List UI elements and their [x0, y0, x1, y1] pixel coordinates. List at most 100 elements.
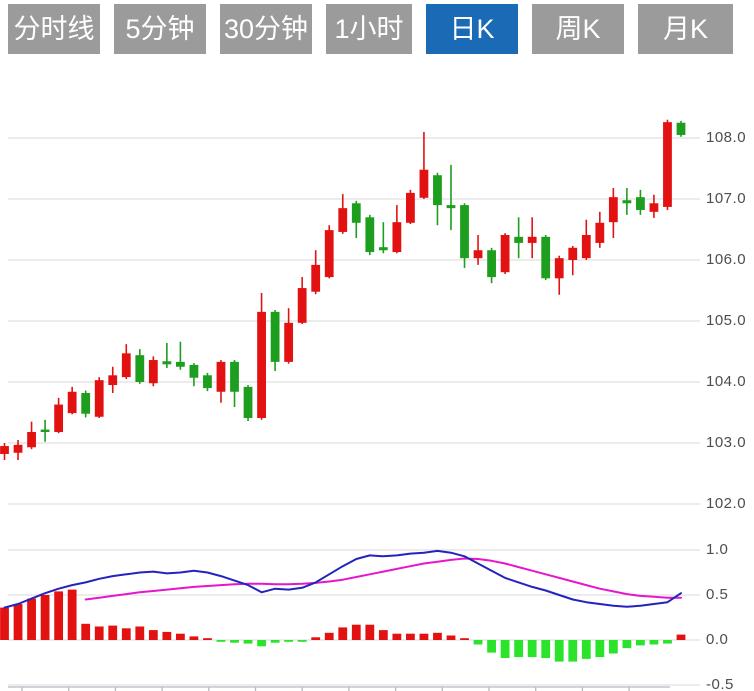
tab-weekly-k[interactable]: 周K: [532, 4, 624, 54]
price-tick-label: 105.0: [706, 312, 750, 330]
candle-body: [541, 237, 550, 278]
macd-bar: [257, 640, 266, 646]
candle-body: [162, 361, 171, 364]
candle-body: [14, 445, 23, 453]
tab-5min[interactable]: 5分钟: [114, 4, 206, 54]
candle-body: [420, 170, 429, 198]
macd-bar: [41, 595, 50, 640]
candle-body: [325, 230, 334, 277]
macd-bar: [528, 640, 537, 657]
macd-bar: [392, 634, 401, 640]
chart-area[interactable]: 108.0107.0106.0105.0104.0103.0102.01.00.…: [0, 0, 754, 691]
indicator-tick-label: -0.5: [706, 676, 750, 691]
candle-body: [190, 365, 199, 378]
macd-bar: [271, 640, 280, 643]
macd-bar: [122, 628, 131, 640]
candle-body: [54, 405, 63, 432]
price-tick-label: 108.0: [706, 129, 750, 147]
price-tick-label: 103.0: [706, 434, 750, 452]
candle-body: [0, 446, 9, 454]
candle-body: [271, 312, 280, 362]
macd-bar: [420, 634, 429, 640]
macd-bar: [555, 640, 564, 662]
candle-body: [338, 208, 347, 232]
macd-bar: [325, 633, 334, 640]
candle-body: [108, 375, 117, 385]
candle-body: [474, 250, 483, 258]
macd-bar: [284, 640, 293, 642]
x-axis: [8, 687, 670, 691]
candle-body: [514, 237, 523, 243]
candlestick-macd-chart[interactable]: [0, 0, 754, 691]
macd-bar: [622, 640, 631, 648]
macd-bar: [135, 627, 144, 641]
macd-bar: [311, 637, 320, 640]
price-tick-label: 106.0: [706, 251, 750, 269]
macd-bar: [176, 634, 185, 640]
macd-bar: [68, 590, 77, 640]
candles-group: [0, 120, 685, 460]
candle-body: [433, 175, 442, 205]
candle-body: [609, 197, 618, 222]
candle-body: [298, 288, 307, 323]
macd-bar: [162, 632, 171, 640]
macd-bar: [514, 640, 523, 657]
candle-body: [81, 393, 90, 414]
macd-bar: [433, 633, 442, 640]
candle-body: [487, 250, 496, 277]
tab-monthly-k[interactable]: 月K: [638, 4, 733, 54]
candle-body: [555, 258, 564, 278]
macd-bar: [149, 630, 158, 640]
candle-body: [595, 223, 604, 243]
indicator-tick-label: 1.0: [706, 541, 750, 559]
candle-body: [582, 235, 591, 258]
candle-body: [41, 430, 50, 432]
macd-bar: [406, 634, 415, 640]
candle-body: [365, 217, 374, 252]
tab-minute-line[interactable]: 分时线: [8, 4, 100, 54]
macd-bar: [108, 626, 117, 640]
candle-body: [68, 392, 77, 413]
macd-bar: [365, 625, 374, 640]
macd-bar: [338, 627, 347, 640]
macd-bar: [27, 599, 36, 640]
macd-bar: [595, 640, 604, 657]
candle-body: [27, 432, 36, 447]
macd-bar: [609, 640, 618, 654]
candle-body: [650, 203, 659, 212]
tab-1hour[interactable]: 1小时: [326, 4, 412, 54]
candle-body: [122, 353, 131, 377]
candle-body: [135, 355, 144, 382]
candle-body: [528, 237, 537, 243]
candle-body: [392, 222, 401, 252]
macd-bar: [230, 640, 239, 643]
macd-bar: [663, 640, 672, 644]
macd-bar: [352, 625, 361, 640]
macd-bar: [244, 640, 253, 644]
macd-bar: [81, 624, 90, 640]
candle-body: [379, 247, 388, 250]
candle-body: [677, 123, 686, 135]
candle-body: [149, 360, 158, 383]
tab-daily-k[interactable]: 日K: [426, 4, 518, 54]
candle-body: [406, 193, 415, 223]
interval-tabs: 分时线 5分钟 30分钟 1小时 日K 周K 月K: [8, 4, 733, 54]
macd-bar: [54, 591, 63, 640]
macd-bar: [541, 640, 550, 658]
candle-body: [447, 205, 456, 208]
dea-line: [86, 559, 681, 600]
tab-30min[interactable]: 30分钟: [220, 4, 312, 54]
macd-bar: [379, 630, 388, 640]
candle-body: [95, 380, 104, 417]
indicator-tick-label: 0.0: [706, 631, 750, 649]
candle-body: [176, 362, 185, 367]
candle-body: [311, 265, 320, 292]
candle-body: [284, 323, 293, 362]
macd-bar: [487, 640, 496, 653]
macd-histogram: [0, 590, 685, 662]
macd-bar: [650, 640, 659, 645]
macd-bar: [0, 608, 9, 640]
indicator-tick-label: 0.5: [706, 586, 750, 604]
kline-chart-app: 108.0107.0106.0105.0104.0103.0102.01.00.…: [0, 0, 754, 691]
macd-bar: [582, 640, 591, 659]
